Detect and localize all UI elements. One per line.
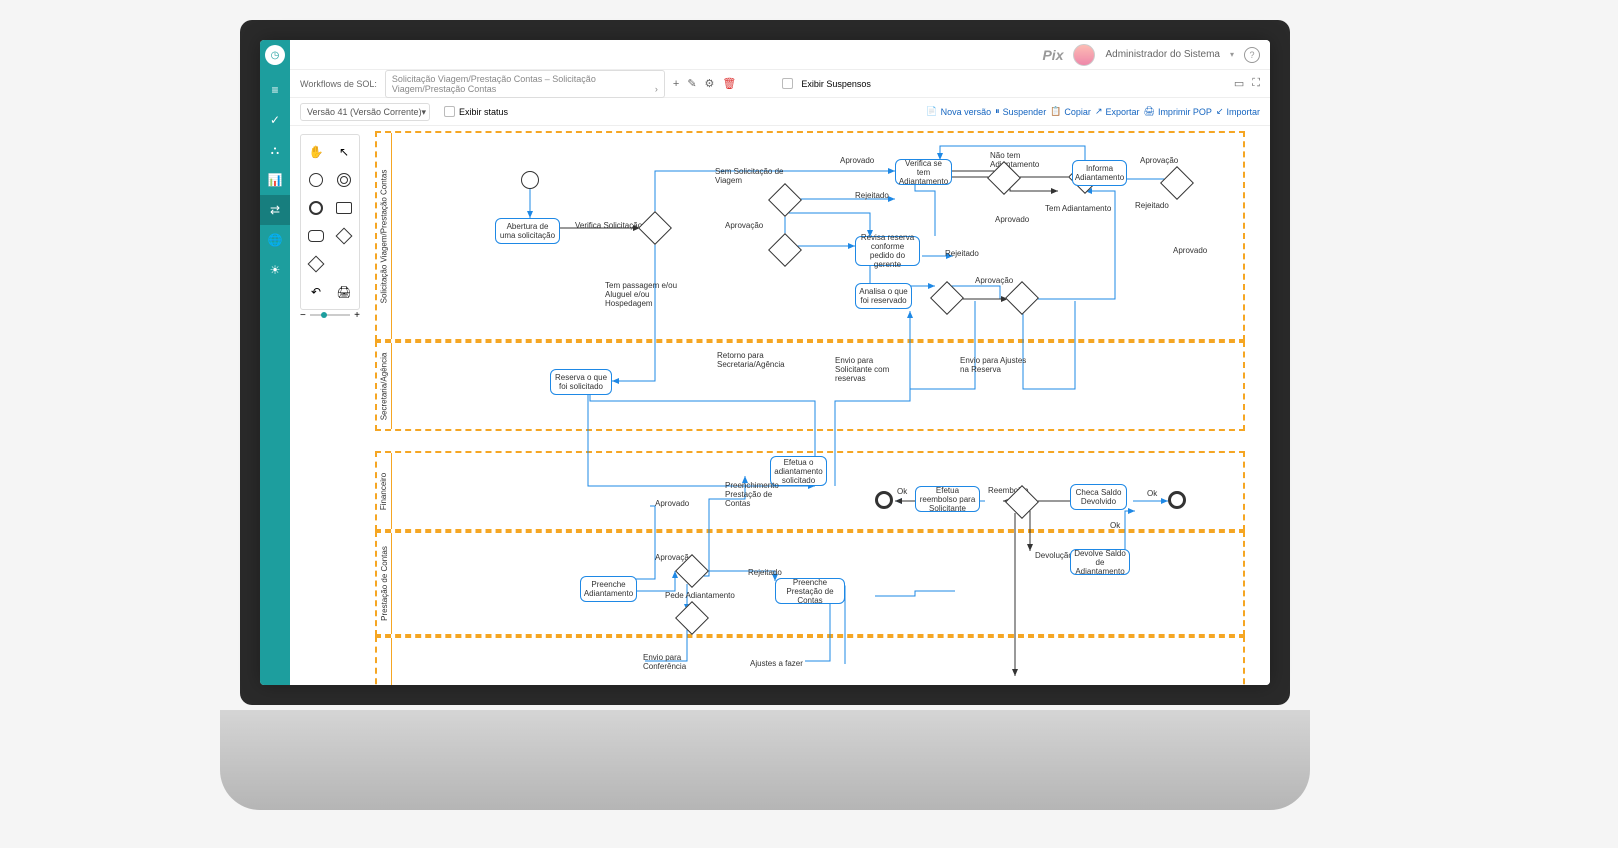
globe-icon[interactable]: 🌐	[260, 225, 290, 255]
chart-icon[interactable]: 📊	[260, 165, 290, 195]
label-rej-4: Rejeitado	[748, 568, 782, 577]
task-revisa[interactable]: Revisa reserva conforme pedido do gerent…	[855, 236, 920, 266]
label-devol: Devolução	[1035, 551, 1073, 560]
display-icon[interactable]: ▭	[1234, 77, 1244, 90]
task-informa-adiant[interactable]: Informa Adiantamento	[1072, 160, 1127, 186]
label-rej-2: Rejeitado	[1135, 201, 1169, 210]
label-sem-solic: Sem Solicitação de Viagem	[715, 167, 785, 185]
gateway-shape[interactable]	[333, 225, 355, 247]
pointer-tool-icon[interactable]: ↖	[333, 141, 355, 163]
zoom-in-icon[interactable]: +	[354, 310, 360, 321]
user-name[interactable]: Administrador do Sistema	[1105, 49, 1220, 60]
label-envio-conf: Envio para Conferência	[643, 653, 698, 671]
zoom-out-icon[interactable]: −	[300, 310, 306, 321]
exportar-button[interactable]: ↗Exportar	[1095, 106, 1140, 117]
task-devolve[interactable]: Devolve Saldo de Adiantamento	[1070, 549, 1130, 575]
empty-shape	[333, 253, 355, 275]
label-aprov-3: Aprovação	[1140, 156, 1178, 165]
show-suspended-label: Exibir Suspensos	[801, 79, 871, 89]
copiar-button[interactable]: 📋Copiar	[1050, 106, 1091, 117]
label-retorno: Retorno para Secretaria/Agência	[717, 351, 787, 369]
show-suspended-checkbox[interactable]	[782, 78, 793, 89]
task-verifica-adiant[interactable]: Verifica se tem Adiantamento	[895, 159, 952, 185]
label-envio-ajustes: Envio para Ajustes na Reserva	[960, 356, 1035, 374]
imprimir-button[interactable]: 🖨Imprimir POP	[1144, 106, 1212, 117]
brand-logo: Pix	[1042, 47, 1063, 63]
end-event-2[interactable]	[1168, 491, 1186, 509]
lane-2-label: Secretaria/Agência	[380, 352, 389, 420]
task-preenche-adiant[interactable]: Preenche Adiantamento	[580, 576, 637, 602]
topbar: Pix Administrador do Sistema ▾ ?	[290, 40, 1270, 70]
label-envio-solic: Envio para Solicitante com reservas	[835, 356, 910, 383]
label-ajustes: Ajustes a fazer	[750, 659, 803, 668]
version-selector[interactable]: Versão 41 (Versão Corrente)	[300, 103, 430, 121]
avatar[interactable]	[1073, 44, 1095, 66]
check-icon[interactable]: ✓	[260, 105, 290, 135]
menu-icon[interactable]: ≡	[260, 75, 290, 105]
intermediate-event-shape[interactable]	[333, 169, 355, 191]
canvas[interactable]: ✋ ↖ ↶ 🖨 − + Solicitaç	[290, 126, 1270, 685]
task-abertura[interactable]: Abertura de uma solicitação	[495, 218, 560, 244]
show-status-checkbox[interactable]	[444, 106, 455, 117]
zoom-slider[interactable]: − +	[300, 306, 360, 324]
shape-palette: ✋ ↖ ↶ 🖨	[300, 134, 360, 310]
label-verifica: Verifica Solicitação	[575, 221, 642, 230]
label-aprov-4: Aprovado	[1173, 246, 1207, 255]
label-aprov-7: Aprovado	[655, 499, 689, 508]
label-aprov-2: Aprovado	[840, 156, 874, 165]
label-rej-1: Rejeitado	[855, 191, 889, 200]
label-ok-1: Ok	[897, 487, 907, 496]
label-aprov-1: Aprovação	[725, 221, 763, 230]
sidebar: ◷ ≡ ✓ ⛬ 📊 ⇄ 🌐 ☀	[260, 40, 290, 685]
start-event-shape[interactable]	[305, 169, 327, 191]
workflow-label: Workflows de SOL:	[300, 79, 377, 89]
start-event[interactable]	[521, 171, 539, 189]
label-tem-adiant: Tem Adiantamento	[1045, 204, 1111, 213]
suspender-button[interactable]: ⏸Suspender	[995, 106, 1046, 117]
label-ok-2: Ok	[1147, 489, 1157, 498]
label-preench: Preenchimento Prestação de Contas	[725, 481, 790, 508]
add-icon[interactable]: +	[673, 78, 679, 90]
fullscreen-icon[interactable]: ⛶	[1252, 77, 1260, 90]
version-toolbar: Versão 41 (Versão Corrente) Exibir statu…	[290, 98, 1270, 126]
workflow-toolbar: Workflows de SOL: Solicitação Viagem/Pre…	[290, 70, 1270, 98]
lane-4-label: Prestação de Contas	[380, 546, 389, 621]
workflow-selector[interactable]: Solicitação Viagem/Prestação Contas – So…	[385, 70, 665, 98]
edit-icon[interactable]: ✎	[687, 77, 696, 90]
end-event-shape[interactable]	[305, 197, 327, 219]
sun-icon[interactable]: ☀	[260, 255, 290, 285]
task-analisa[interactable]: Analisa o que foi reservado	[855, 283, 912, 309]
subprocess-shape[interactable]	[333, 197, 355, 219]
task-checa[interactable]: Checa Saldo Devolvido	[1070, 484, 1127, 510]
delete-icon[interactable]: 🗑	[722, 77, 736, 90]
workflow-icon[interactable]: ⇄	[260, 195, 290, 225]
task-reserva[interactable]: Reserva o que foi solicitado	[550, 369, 612, 395]
bpmn-diagram[interactable]: Solicitação Viagem/Prestação Contas Secr…	[375, 131, 1255, 685]
lane-1-label: Solicitação Viagem/Prestação Contas	[380, 169, 389, 303]
print-icon[interactable]: 🖨	[333, 281, 355, 303]
show-status-label: Exibir status	[459, 107, 508, 117]
label-tem-passagem: Tem passagem e/ou Aluguel e/ou Hospedage…	[605, 281, 680, 308]
app-logo-icon[interactable]: ◷	[265, 45, 285, 65]
users-icon[interactable]: ⛬	[260, 135, 290, 165]
hand-tool-icon[interactable]: ✋	[305, 141, 327, 163]
lane-3-label: Financeiro	[380, 472, 389, 509]
label-ok-3: Ok	[1110, 521, 1120, 530]
settings-icon[interactable]: ⚙	[705, 77, 715, 90]
label-pede-adiant: Pede Adiantamento	[665, 591, 735, 600]
task-efetua-reemb[interactable]: Efetua reembolso para Solicitante	[915, 486, 980, 512]
label-rej-3: Rejeitado	[945, 249, 979, 258]
task-shape[interactable]	[305, 225, 327, 247]
task-preenche-prest[interactable]: Preenche Prestação de Contas	[775, 578, 845, 604]
end-event-1[interactable]	[875, 491, 893, 509]
nova-versao-button[interactable]: 📄Nova versão	[926, 106, 991, 117]
data-shape[interactable]	[305, 253, 327, 275]
importar-button[interactable]: ↙Importar	[1216, 106, 1260, 117]
label-aprov-5: Aprovado	[995, 215, 1029, 224]
undo-icon[interactable]: ↶	[305, 281, 327, 303]
help-icon[interactable]: ?	[1244, 47, 1260, 63]
label-aprov-6: Aprovação	[975, 276, 1013, 285]
